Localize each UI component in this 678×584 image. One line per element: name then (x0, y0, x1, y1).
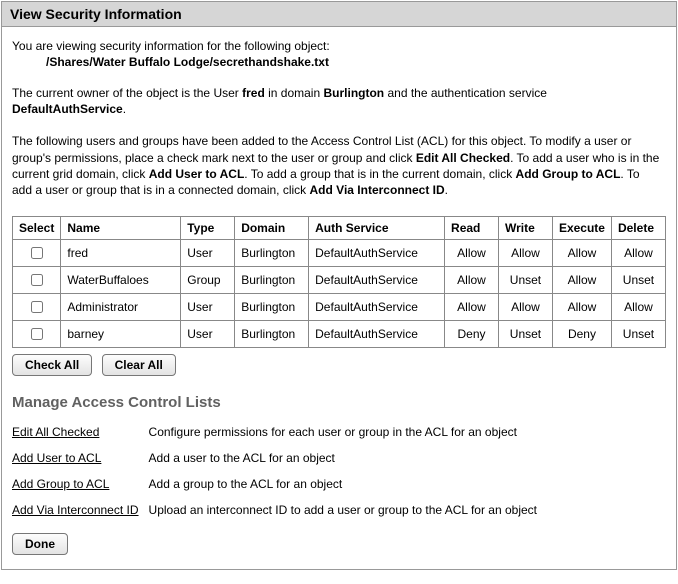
cell-delete: Unset (611, 321, 665, 348)
cell-type: User (181, 240, 235, 267)
cell-read: Deny (445, 321, 499, 348)
owner-t1: The current owner of the object is the U… (12, 86, 242, 100)
cell-write: Allow (498, 240, 552, 267)
owner-domain: Burlington (323, 86, 384, 100)
owner-t2: in domain (265, 86, 324, 100)
cell-auth: DefaultAuthService (309, 267, 445, 294)
add-user-to-acl-link[interactable]: Add User to ACL (12, 451, 101, 465)
action-desc: Configure permissions for each user or g… (149, 419, 547, 445)
cell-type: User (181, 294, 235, 321)
security-info-panel: View Security Information You are viewin… (1, 1, 677, 570)
action-row: Add Group to ACL Add a group to the ACL … (12, 471, 547, 497)
col-header-delete: Delete (611, 217, 665, 240)
owner-user: fred (242, 86, 265, 100)
cell-read: Allow (445, 294, 499, 321)
manage-acl-heading: Manage Access Control Lists (12, 394, 666, 411)
acl-t5: . (445, 183, 448, 197)
col-header-read: Read (445, 217, 499, 240)
action-desc: Add a group to the ACL for an object (149, 471, 547, 497)
acl-b4: Add Via Interconnect ID (310, 183, 445, 197)
owner-t4: . (123, 102, 126, 116)
manage-actions-table: Edit All Checked Configure permissions f… (12, 419, 547, 523)
cell-domain: Burlington (235, 267, 309, 294)
cell-delete: Allow (611, 240, 665, 267)
owner-paragraph: The current owner of the object is the U… (12, 85, 660, 117)
done-button-wrap: Done (12, 533, 666, 555)
table-row: fred User Burlington DefaultAuthService … (13, 240, 666, 267)
cell-auth: DefaultAuthService (309, 294, 445, 321)
row-select-checkbox[interactable] (31, 274, 43, 286)
acl-b1: Edit All Checked (416, 151, 510, 165)
cell-type: Group (181, 267, 235, 294)
action-desc: Add a user to the ACL for an object (149, 445, 547, 471)
cell-name: Administrator (61, 294, 181, 321)
action-desc: Upload an interconnect ID to add a user … (149, 497, 547, 523)
check-all-button[interactable]: Check All (12, 354, 92, 376)
cell-domain: Burlington (235, 240, 309, 267)
table-row: WaterBuffaloes Group Burlington DefaultA… (13, 267, 666, 294)
acl-t3: . To add a group that is in the current … (244, 167, 515, 181)
action-row: Add User to ACL Add a user to the ACL fo… (12, 445, 547, 471)
cell-delete: Allow (611, 294, 665, 321)
acl-table-body: fred User Burlington DefaultAuthService … (13, 240, 666, 348)
acl-table: Select Name Type Domain Auth Service Rea… (12, 216, 666, 348)
col-header-select: Select (13, 217, 61, 240)
panel-content: You are viewing security information for… (2, 27, 676, 569)
intro-text: You are viewing security information for… (12, 39, 666, 53)
col-header-name: Name (61, 217, 181, 240)
cell-name: WaterBuffaloes (61, 267, 181, 294)
acl-b3: Add Group to ACL (516, 167, 621, 181)
cell-auth: DefaultAuthService (309, 240, 445, 267)
cell-write: Unset (498, 321, 552, 348)
object-path: /Shares/Water Buffalo Lodge/secrethandsh… (46, 55, 666, 69)
col-header-execute: Execute (552, 217, 611, 240)
edit-all-checked-link[interactable]: Edit All Checked (12, 425, 99, 439)
col-header-domain: Domain (235, 217, 309, 240)
table-button-row: Check All Clear All (12, 354, 666, 376)
cell-write: Allow (498, 294, 552, 321)
acl-header-row: Select Name Type Domain Auth Service Rea… (13, 217, 666, 240)
cell-read: Allow (445, 240, 499, 267)
owner-t3: and the authentication service (384, 86, 547, 100)
cell-write: Unset (498, 267, 552, 294)
clear-all-button[interactable]: Clear All (102, 354, 176, 376)
action-row: Add Via Interconnect ID Upload an interc… (12, 497, 547, 523)
row-select-checkbox[interactable] (31, 301, 43, 313)
cell-auth: DefaultAuthService (309, 321, 445, 348)
row-select-checkbox[interactable] (31, 328, 43, 340)
col-header-write: Write (498, 217, 552, 240)
panel-title: View Security Information (2, 2, 676, 27)
owner-service: DefaultAuthService (12, 102, 123, 116)
cell-execute: Allow (552, 267, 611, 294)
table-row: Administrator User Burlington DefaultAut… (13, 294, 666, 321)
cell-read: Allow (445, 267, 499, 294)
acl-b2: Add User to ACL (149, 167, 245, 181)
cell-name: fred (61, 240, 181, 267)
table-row: barney User Burlington DefaultAuthServic… (13, 321, 666, 348)
cell-domain: Burlington (235, 321, 309, 348)
cell-execute: Allow (552, 294, 611, 321)
action-row: Edit All Checked Configure permissions f… (12, 419, 547, 445)
add-via-interconnect-id-link[interactable]: Add Via Interconnect ID (12, 503, 139, 517)
add-group-to-acl-link[interactable]: Add Group to ACL (12, 477, 109, 491)
cell-execute: Deny (552, 321, 611, 348)
cell-execute: Allow (552, 240, 611, 267)
col-header-auth: Auth Service (309, 217, 445, 240)
row-select-checkbox[interactable] (31, 247, 43, 259)
col-header-type: Type (181, 217, 235, 240)
cell-delete: Unset (611, 267, 665, 294)
done-button[interactable]: Done (12, 533, 68, 555)
cell-type: User (181, 321, 235, 348)
acl-paragraph: The following users and groups have been… (12, 133, 660, 198)
cell-name: barney (61, 321, 181, 348)
cell-domain: Burlington (235, 294, 309, 321)
